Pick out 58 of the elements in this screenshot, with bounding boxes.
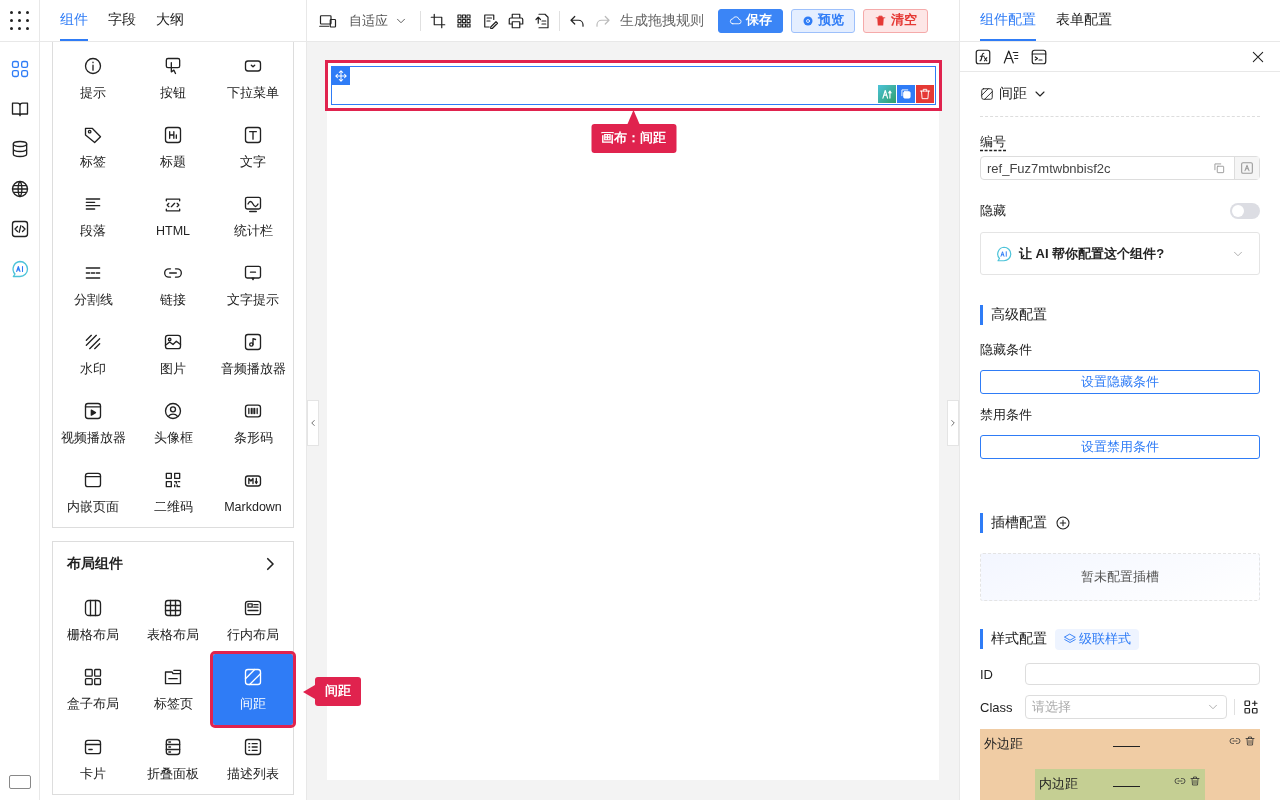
component-item[interactable]: 行内布局 xyxy=(213,586,293,655)
component-item[interactable]: 链接 xyxy=(133,251,213,320)
component-item[interactable]: 视频播放器 xyxy=(53,389,133,458)
callout-label: 画布：间距 xyxy=(591,110,676,153)
config-tab[interactable]: 表单配置 xyxy=(1056,0,1112,41)
field-label: 禁用条件 xyxy=(980,406,1033,424)
component-item[interactable]: HTML xyxy=(133,182,213,251)
component-item[interactable]: 表格布局 xyxy=(133,586,213,655)
clear-button[interactable]: 清空 xyxy=(863,8,928,33)
rule-button[interactable]: 生成拖拽规则 xyxy=(620,11,704,30)
condition-button[interactable]: 设置禁用条件 xyxy=(980,435,1260,459)
field-label: ID xyxy=(980,666,994,682)
group-title: 布局组件 xyxy=(67,555,123,573)
mode-dropdown[interactable]: 自适应 xyxy=(345,11,412,30)
component-item[interactable]: Markdown xyxy=(213,458,293,527)
component-item[interactable]: 条形码 xyxy=(213,389,293,458)
component-item[interactable]: 二维码 xyxy=(133,458,213,527)
component-item[interactable]: 段落 xyxy=(53,182,133,251)
component-item[interactable]: 图片 xyxy=(133,320,213,389)
component-item[interactable]: 盒子布局 xyxy=(53,655,133,724)
component-item[interactable]: 分割线 xyxy=(53,251,133,320)
field-label: 隐藏条件 xyxy=(980,341,1033,359)
ai-helper-panel[interactable]: 让 AI 帮你配置这个组件? xyxy=(980,232,1260,275)
component-item[interactable]: 标签 xyxy=(53,113,133,182)
component-item[interactable]: 卡片 xyxy=(53,725,133,794)
component-item[interactable]: 描述列表 xyxy=(213,725,293,794)
field-label: Class xyxy=(980,699,1014,715)
component-item[interactable]: 音频播放器 xyxy=(213,320,293,389)
section-title: 插槽配置 xyxy=(991,514,1047,532)
component-item[interactable]: 下拉菜单 xyxy=(213,44,293,113)
panel-tab[interactable]: 大纲 xyxy=(156,0,184,41)
condition-button[interactable]: 设置隐藏条件 xyxy=(980,370,1260,394)
component-item[interactable]: 水印 xyxy=(53,320,133,389)
box-label: 内边距 xyxy=(1039,775,1078,793)
component-item[interactable]: 头像框 xyxy=(133,389,213,458)
field-label: 隐藏 xyxy=(980,202,1006,220)
component-item[interactable]: 统计栏 xyxy=(213,182,293,251)
component-item[interactable]: 折叠面板 xyxy=(133,725,213,794)
component-item[interactable]: 内嵌页面 xyxy=(53,458,133,527)
field-label: 编号 xyxy=(980,133,1006,151)
component-item[interactable]: 标题 xyxy=(133,113,213,182)
box-label: 外边距 xyxy=(984,735,1023,753)
component-item[interactable]: 栅格布局 xyxy=(53,586,133,655)
component-item[interactable]: 提示 xyxy=(53,44,133,113)
panel-tab[interactable]: 字段 xyxy=(108,0,136,41)
empty-message: 暂未配置插槽 xyxy=(1081,568,1159,586)
component-item[interactable]: 文字 xyxy=(213,113,293,182)
component-item[interactable]: 按钮 xyxy=(133,44,213,113)
callout-label: 间距 xyxy=(303,677,361,706)
config-tab[interactable]: 组件配置 xyxy=(980,0,1036,41)
section-title: 高级配置 xyxy=(980,305,1260,325)
cascade-style-button[interactable]: 级联样式 xyxy=(1055,628,1139,650)
save-button[interactable]: 保存 xyxy=(718,8,783,33)
component-selector[interactable]: 间距 xyxy=(980,72,1048,116)
component-item[interactable]: 标签页 xyxy=(133,655,213,724)
ref-input[interactable]: ref_Fuz7mtwbnbisf2c xyxy=(980,156,1260,180)
section-title: 样式配置 xyxy=(991,630,1047,648)
component-item[interactable]: 文字提示 xyxy=(213,251,293,320)
